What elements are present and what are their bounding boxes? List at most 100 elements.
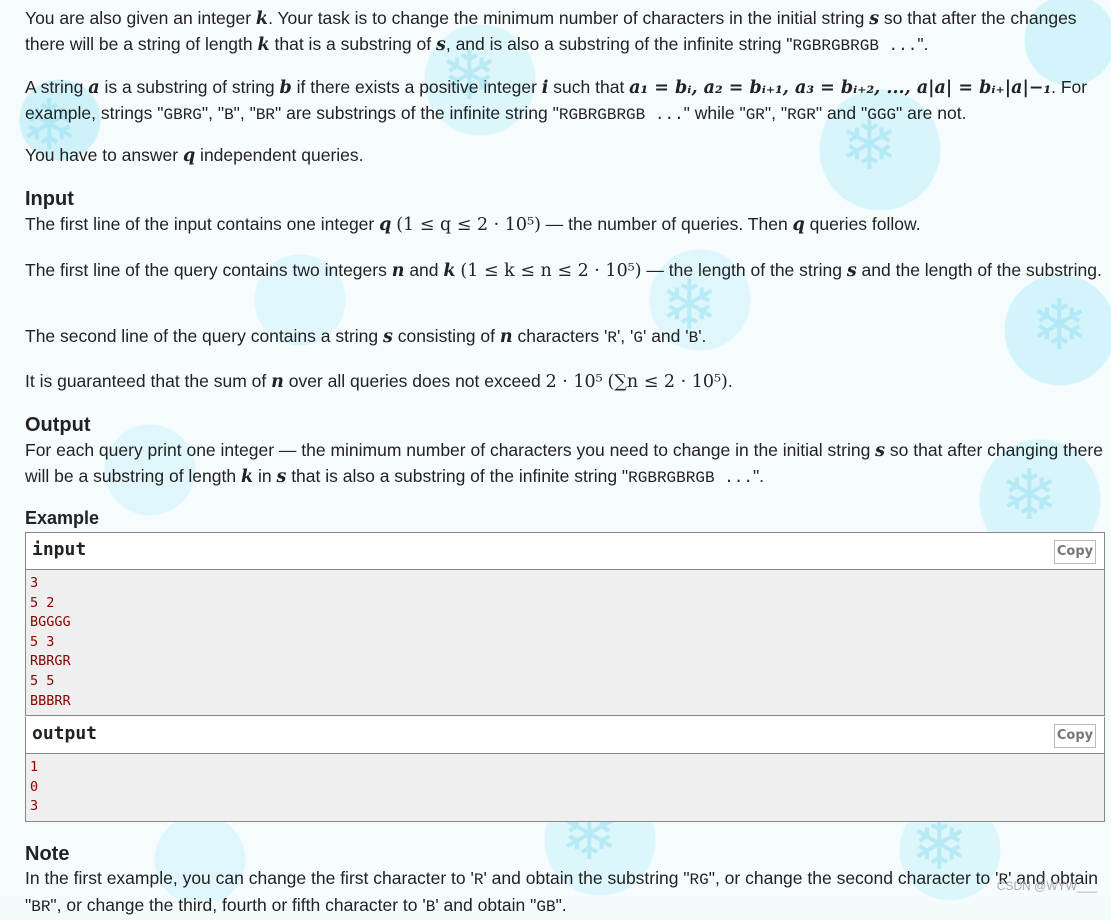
math-var: q [182, 146, 196, 166]
text: The second line of the query contains a … [25, 326, 383, 346]
input-section-title: Input [25, 188, 74, 210]
text: " and " [815, 103, 868, 123]
text: A string [25, 77, 89, 97]
math-formula: a₁ = bᵢ, a₂ = bᵢ₊₁, a₃ = bᵢ₊₂, ..., a|a|… [629, 78, 1052, 98]
sample-output-label: output [32, 723, 98, 744]
text: ', ' [616, 326, 634, 346]
input-paragraph-4: It is guaranteed that the sum of n over … [25, 369, 1107, 395]
input-line: 5 2 [30, 594, 55, 611]
text: For each query print one integer — the m… [25, 440, 876, 460]
sample-output-header: output Copy [26, 717, 1104, 754]
statement-paragraph-2: A string a is a substring of string b if… [25, 75, 1107, 128]
code-text: R [607, 329, 617, 347]
text: — the number of queries. Then [540, 214, 793, 234]
text: and the length of the substring. [856, 260, 1102, 280]
example-title: Example [25, 508, 100, 528]
text: ", or change the second character to ' [708, 868, 999, 888]
code-text: RGBRGBRGB ... [628, 469, 753, 487]
input-line: BGGGG [30, 614, 71, 631]
text: ", or change the third, fourth or fifth … [50, 895, 426, 915]
watermark: CSDN @WYW___ [996, 879, 1097, 893]
output-line: 0 [30, 778, 39, 795]
text: queries follow. [804, 214, 921, 234]
math-var: k [255, 9, 269, 29]
text: ". [752, 466, 765, 486]
text: ", " [764, 103, 788, 123]
text: " are not. [896, 103, 967, 123]
code-text: G [633, 329, 643, 347]
text: The first line of the input contains one… [25, 214, 380, 234]
math-var: k [240, 467, 254, 487]
text: that is a substring of [269, 34, 436, 54]
text: You have to answer [25, 145, 183, 165]
text: if there exists a positive integer [291, 77, 542, 97]
math-var: n [391, 261, 405, 281]
input-paragraph-1: The first line of the input contains one… [25, 212, 1107, 238]
note-section-title: Note [25, 843, 70, 865]
text: ' and obtain the substring " [483, 868, 690, 888]
code-text: GBRG [163, 106, 202, 124]
input-line: 3 [30, 575, 39, 591]
code-text: RGBRGBRGB ... [558, 106, 684, 124]
sample-input-label: input [32, 539, 87, 560]
math-var: s [846, 261, 857, 281]
code-text: RGR [787, 106, 816, 124]
text: In the first example, you can change the… [25, 868, 474, 888]
text: ' and ' [642, 326, 689, 346]
text: " are substrings of the infinite string … [275, 103, 559, 123]
code-text: GGG [867, 106, 897, 124]
text: consisting of [392, 326, 500, 346]
code-text: GR [745, 106, 765, 124]
input-paragraph-3: The second line of the query contains a … [25, 324, 1107, 351]
math-var: s [875, 441, 886, 461]
math-var: s [435, 35, 446, 55]
text: You are also given an integer [25, 8, 256, 28]
output-section-title: Output [25, 414, 91, 436]
output-line: 1 [30, 759, 39, 775]
statement-paragraph-1: You are also given an integer k. Your ta… [25, 6, 1107, 59]
code-text: RGBRGBRGB ... [792, 37, 918, 55]
math-var: s [383, 327, 393, 347]
math-var: a [88, 78, 100, 98]
code-text: BR [255, 106, 276, 124]
input-line: 5 5 [30, 672, 55, 689]
text: , and is also a substring of the infinit… [445, 34, 793, 54]
input-line: 5 3 [30, 633, 55, 650]
code-text: B [688, 329, 699, 347]
text: The first line of the query contains two… [25, 260, 392, 280]
text: independent queries. [195, 145, 364, 165]
math-var: b [279, 78, 292, 98]
statement-paragraph-3: You have to answer q independent queries… [25, 143, 1107, 169]
math-var: k [257, 35, 270, 55]
input-paragraph-2: The first line of the query contains two… [25, 258, 1107, 284]
text: . Your task is to change the minimum num… [268, 8, 870, 28]
math-var: n [499, 327, 513, 347]
input-line: RBRGR [30, 653, 71, 670]
math-var: n [271, 372, 284, 392]
text: in [253, 466, 277, 486]
math-value: 2 · 10⁵ [545, 372, 603, 392]
text: . [727, 371, 733, 391]
text: ". [555, 895, 567, 915]
text: '. [698, 326, 707, 346]
text: It is guaranteed that the sum of [25, 371, 272, 391]
code-text: B [224, 106, 234, 124]
text: — the length of the string [641, 260, 847, 280]
text: characters ' [512, 326, 608, 346]
copy-input-button[interactable]: Copy [1054, 540, 1096, 564]
text: is a substring of string [99, 77, 280, 97]
input-line: BBBRR [30, 692, 71, 709]
sample-input-header: input Copy [26, 533, 1104, 570]
math-var: k [443, 261, 456, 281]
text: ' and obtain " [435, 895, 537, 915]
sample-input-box: input Copy 3 5 2 BGGGG 5 3 RBRGR 5 5 BBB… [25, 532, 1105, 717]
text: such that [548, 77, 630, 97]
math-constraint: (∑n ≤ 2 · 10⁵) [607, 372, 728, 392]
text: over all queries does not exceed [283, 371, 546, 391]
note-paragraph: In the first example, you can change the… [25, 866, 1107, 920]
text: and [404, 260, 444, 280]
math-var: q [379, 215, 392, 235]
sample-output-box: output Copy 1 0 3 [25, 717, 1105, 822]
math-var: s [869, 9, 880, 29]
copy-output-button[interactable]: Copy [1054, 724, 1096, 748]
